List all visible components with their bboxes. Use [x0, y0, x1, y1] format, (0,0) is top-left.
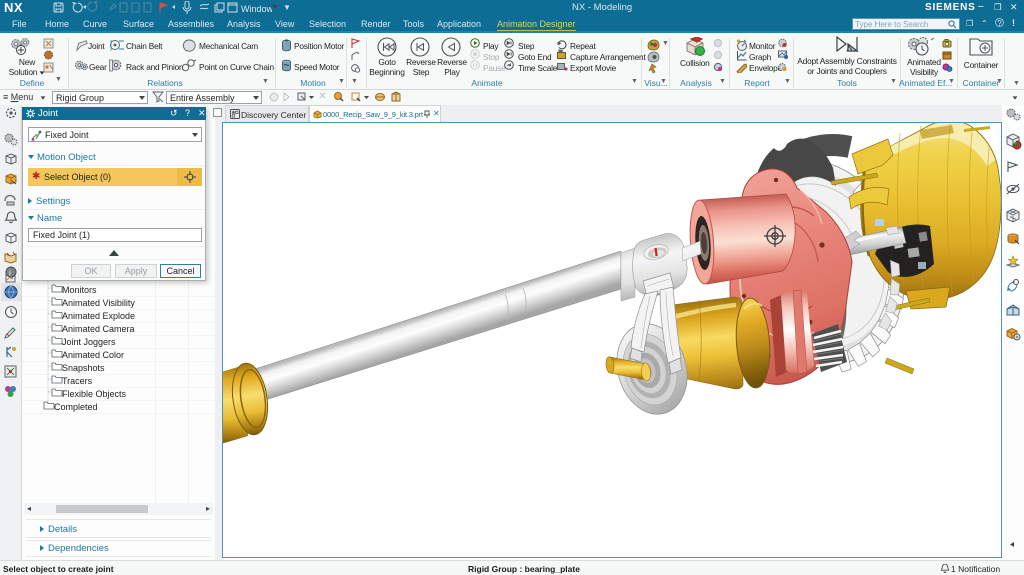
- svg-text:i: i: [9, 269, 11, 278]
- svg-text:Window: Window: [241, 4, 272, 14]
